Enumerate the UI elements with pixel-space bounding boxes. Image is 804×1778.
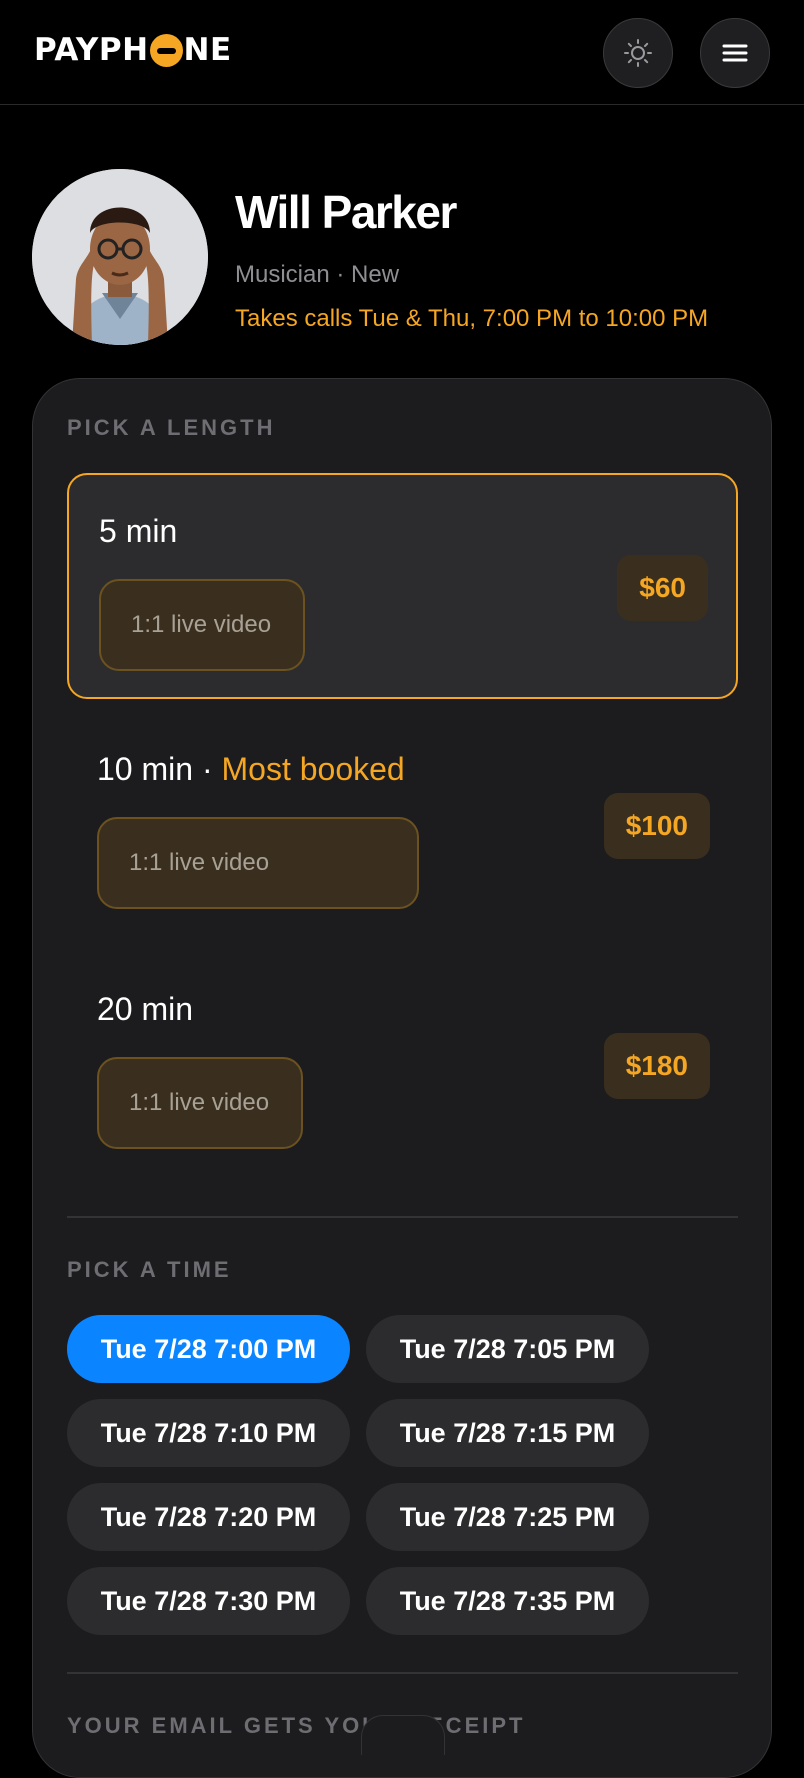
profile-header: Will Parker Musician · New Takes calls T… bbox=[0, 105, 804, 375]
option-title: 10 min · Most booked bbox=[97, 751, 405, 787]
time-slot[interactable]: Tue 7/28 7:35 PM bbox=[366, 1567, 649, 1635]
time-slot[interactable]: Tue 7/28 7:10 PM bbox=[67, 1399, 350, 1467]
price-badge: $100 bbox=[603, 793, 710, 859]
sun-icon bbox=[624, 39, 652, 67]
creator-subtitle: Musician · New bbox=[235, 261, 400, 288]
time-section-label: PICK A TIME bbox=[67, 1257, 232, 1282]
theme-toggle-button[interactable] bbox=[603, 18, 673, 88]
bottom-sheet-handle[interactable] bbox=[361, 1715, 445, 1755]
option-title: 5 min bbox=[99, 513, 178, 549]
time-slot[interactable]: Tue 7/28 7:15 PM bbox=[366, 1399, 649, 1467]
logo-o-icon bbox=[149, 33, 183, 67]
email-section-label: YOUR EMAIL GETS YOUR RECEIPT bbox=[67, 1713, 526, 1738]
hamburger-menu-icon bbox=[722, 44, 748, 62]
price-badge: $60 bbox=[617, 555, 708, 621]
option-title: 20 min bbox=[97, 991, 194, 1027]
top-bar: PAYPH NE bbox=[0, 0, 804, 105]
call-type-chip: 1:1 live video bbox=[99, 579, 305, 671]
length-section-label: PICK A LENGTH bbox=[67, 415, 276, 440]
logo-text-left: PAYPH bbox=[34, 32, 149, 68]
payphone-logo[interactable]: PAYPH NE bbox=[34, 30, 232, 70]
time-slot[interactable]: Tue 7/28 7:00 PM bbox=[67, 1315, 350, 1383]
time-slot[interactable]: Tue 7/28 7:25 PM bbox=[366, 1483, 649, 1551]
avatar bbox=[32, 169, 208, 345]
call-hours: Takes calls Tue & Thu, 7:00 PM to 10:00 … bbox=[235, 305, 709, 332]
call-type-chip: 1:1 live video bbox=[97, 817, 419, 909]
divider bbox=[67, 1672, 738, 1674]
length-option-20-min[interactable]: 20 min 1:1 live video $180 bbox=[67, 953, 738, 1179]
booking-card: PICK A LENGTH 5 min 1:1 live video $60 1… bbox=[32, 378, 772, 1778]
length-option-5-min[interactable]: 5 min 1:1 live video $60 bbox=[67, 473, 738, 699]
price-badge: $180 bbox=[603, 1033, 710, 1099]
length-option-10-min[interactable]: 10 min · Most booked 1:1 live video $100 bbox=[67, 713, 738, 939]
time-slot[interactable]: Tue 7/28 7:20 PM bbox=[67, 1483, 350, 1551]
divider bbox=[67, 1216, 738, 1218]
time-slot[interactable]: Tue 7/28 7:30 PM bbox=[67, 1567, 350, 1635]
creator-name: Will Parker bbox=[235, 186, 457, 238]
menu-button[interactable] bbox=[700, 18, 770, 88]
call-type-chip: 1:1 live video bbox=[97, 1057, 303, 1149]
most-booked-badge: Most booked bbox=[221, 751, 405, 787]
logo-text-right: NE bbox=[183, 32, 232, 68]
time-slot[interactable]: Tue 7/28 7:05 PM bbox=[366, 1315, 649, 1383]
